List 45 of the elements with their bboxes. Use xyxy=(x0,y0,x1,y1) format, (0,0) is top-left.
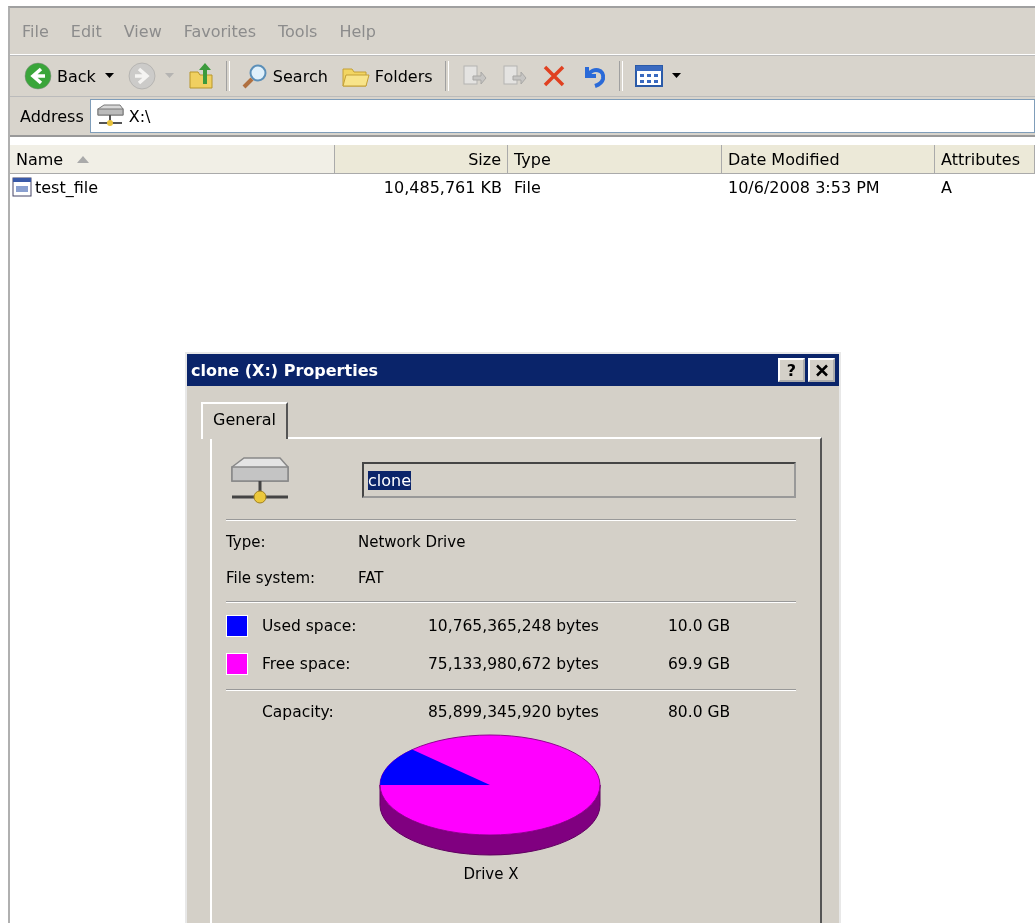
table-cell-text: 10/6/2008 3:53 PM xyxy=(727,177,881,197)
views-icon xyxy=(634,64,663,88)
property-label: Type: xyxy=(226,533,267,551)
size-value: 10.0 GB xyxy=(668,617,732,635)
property-value: FAT xyxy=(358,569,385,587)
arrow-left-icon xyxy=(24,62,52,90)
bytes-value: 85,899,345,920 bytes xyxy=(428,703,600,721)
table-cell-text: 10,485,761 KB xyxy=(382,177,503,197)
arrow-right-icon xyxy=(127,62,156,90)
close-button[interactable] xyxy=(808,358,835,382)
drive-name-field[interactable]: clone xyxy=(362,462,796,498)
address-field[interactable]: X:\ xyxy=(89,99,1035,133)
back-button[interactable]: Back xyxy=(18,59,120,93)
file-name-cell[interactable]: test_file xyxy=(10,177,335,197)
space-label: Free space: xyxy=(262,655,352,673)
column-header[interactable]: Name xyxy=(10,145,335,173)
search-button[interactable]: Search xyxy=(235,59,334,93)
folder-up-icon xyxy=(187,62,214,90)
sort-up-icon xyxy=(77,155,90,163)
caret-icon xyxy=(104,73,114,79)
bytes-value: 10,765,365,248 bytes xyxy=(428,617,600,635)
bytes-value: 75,133,980,672 bytes xyxy=(428,655,600,673)
size-value: 80.0 GB xyxy=(668,703,732,721)
caret-icon xyxy=(164,73,174,79)
folders-button[interactable]: Folders xyxy=(335,59,439,93)
pie-caption: Drive X xyxy=(463,865,519,883)
search-icon xyxy=(241,63,268,89)
property-value: Network Drive xyxy=(358,533,467,551)
caret-icon xyxy=(671,73,681,79)
property-label: File system: xyxy=(226,569,317,587)
column-header[interactable]: Size xyxy=(335,145,508,173)
column-header[interactable]: Attributes xyxy=(935,145,1035,173)
table-cell-text: A xyxy=(940,177,953,197)
dialog-title: clone (X:) Properties xyxy=(191,360,379,380)
column-header[interactable]: Type xyxy=(508,145,722,173)
help-button[interactable]: ? xyxy=(778,358,805,382)
space-label: Used space: xyxy=(262,617,358,635)
capacity-label: Capacity: xyxy=(262,703,335,721)
table-cell-text: File xyxy=(513,177,542,197)
network-drive-icon xyxy=(94,103,125,129)
general-tab[interactable]: General xyxy=(201,402,289,439)
size-value: 69.9 GB xyxy=(668,655,732,673)
address-label: Address xyxy=(20,106,84,126)
column-header[interactable]: Date Modified xyxy=(722,145,935,173)
close-icon xyxy=(814,363,829,377)
